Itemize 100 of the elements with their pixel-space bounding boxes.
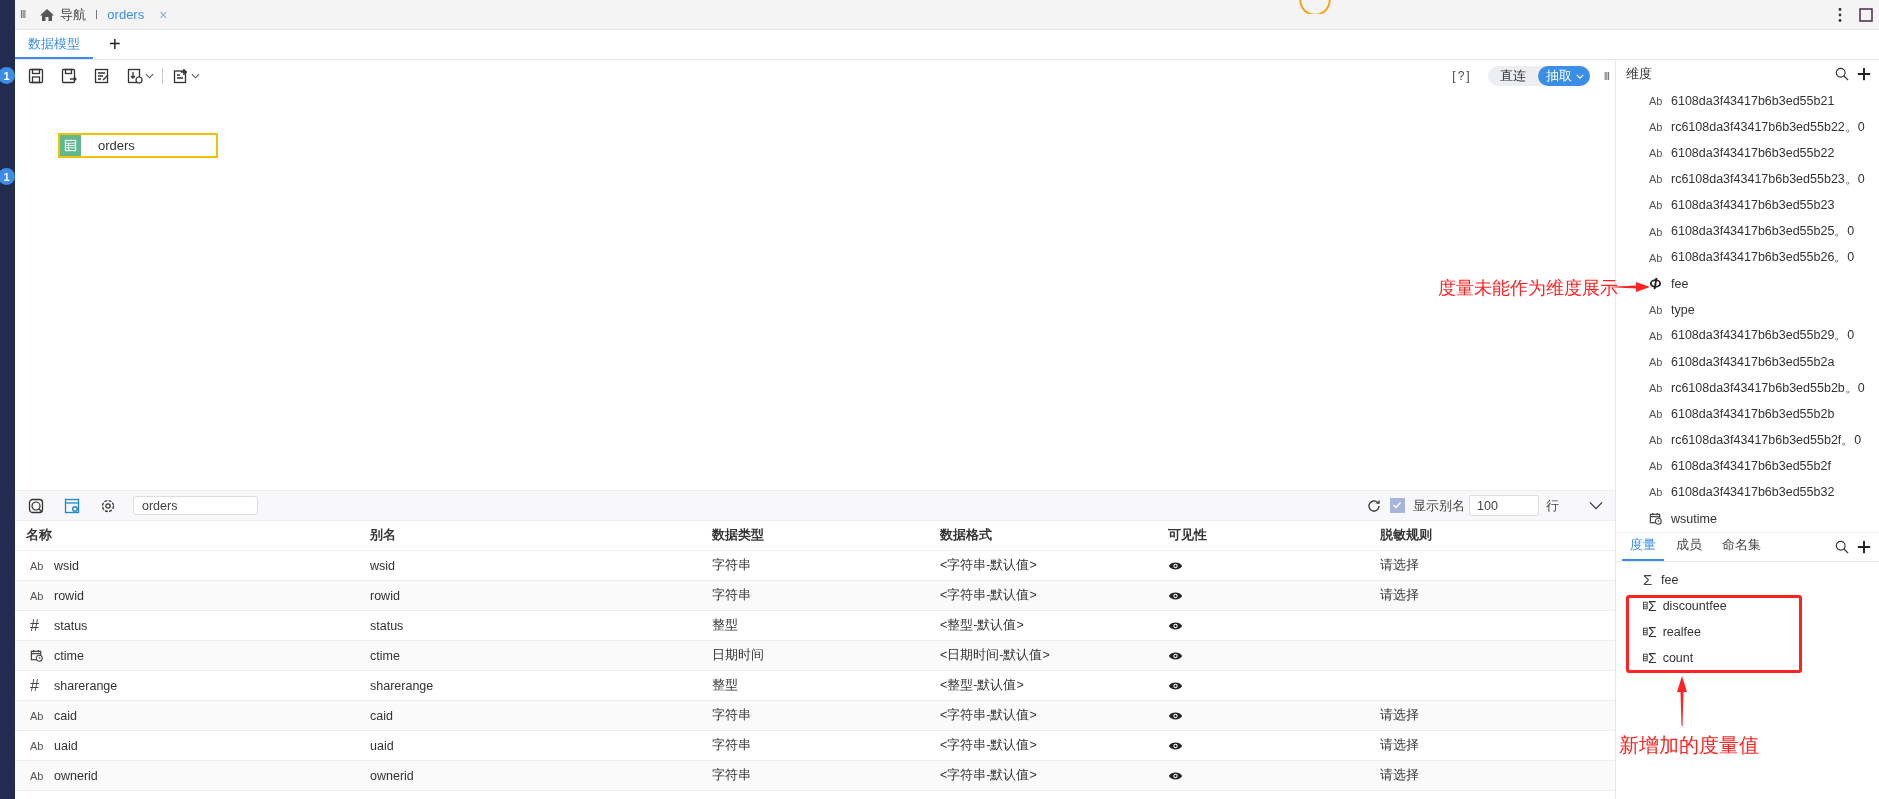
type-icon: # bbox=[30, 616, 46, 635]
collapse-icon[interactable] bbox=[1589, 501, 1603, 510]
table-cell-text: wsid bbox=[370, 558, 396, 573]
measure-item[interactable]: fee bbox=[1661, 572, 1679, 587]
type-icon: Σ bbox=[1643, 571, 1655, 589]
preview-icon[interactable] bbox=[28, 497, 44, 514]
type-icon: Ab bbox=[1649, 382, 1665, 395]
table-cell: ownerid bbox=[54, 768, 98, 783]
table-node[interactable]: orders bbox=[58, 133, 218, 158]
settings-icon[interactable] bbox=[100, 497, 116, 514]
dimension-item[interactable]: 6108da3f43417b6b3ed55b26。0 bbox=[1671, 249, 1855, 267]
calendar-clock-icon bbox=[30, 649, 43, 662]
editor-tab[interactable]: 数据模型 bbox=[15, 30, 93, 59]
eye-icon[interactable] bbox=[1168, 590, 1183, 601]
eye-icon[interactable] bbox=[1168, 650, 1183, 661]
dimension-item[interactable]: rc6108da3f43417b6b3ed55b2f。0 bbox=[1671, 431, 1862, 449]
type-icon: Ab bbox=[1649, 147, 1665, 160]
dimension-item[interactable]: rc6108da3f43417b6b3ed55b23。0 bbox=[1671, 170, 1865, 188]
eye-icon[interactable] bbox=[1168, 770, 1183, 781]
table-cell: uaid bbox=[54, 738, 78, 753]
type-icon: Ab bbox=[1649, 199, 1665, 212]
dimension-item[interactable]: 6108da3f43417b6b3ed55b25。0 bbox=[1671, 223, 1855, 240]
phi-icon bbox=[1649, 277, 1662, 291]
table-cell[interactable]: 请选择 bbox=[1380, 587, 1615, 604]
search-icon[interactable] bbox=[1835, 67, 1849, 81]
row-count-field[interactable]: 100 bbox=[1469, 495, 1539, 516]
table-cell-text: rowid bbox=[370, 588, 401, 603]
dimension-item[interactable]: 6108da3f43417b6b3ed55b29。0 bbox=[1671, 327, 1855, 345]
panel-tab[interactable]: 度量 bbox=[1622, 532, 1664, 561]
table-cell: sharerange bbox=[54, 678, 118, 693]
table-cell-text: <日期时间-默认值> bbox=[940, 647, 1051, 664]
column-header: 数据格式 bbox=[940, 527, 993, 544]
eye-icon[interactable] bbox=[1168, 560, 1183, 571]
table-cell-text: <字符串-默认值> bbox=[940, 587, 1038, 604]
table-cell: wsid bbox=[54, 558, 79, 573]
table-settings-icon[interactable] bbox=[64, 497, 80, 514]
measure-item[interactable]: discountfee bbox=[1662, 598, 1727, 613]
mode-option[interactable]: 直连 bbox=[1487, 66, 1538, 86]
search-icon[interactable] bbox=[1835, 539, 1849, 554]
dimension-item[interactable]: 6108da3f43417b6b3ed55b2a bbox=[1671, 355, 1835, 369]
caret-icon bbox=[191, 73, 200, 79]
panel-title: 维度 bbox=[1626, 65, 1652, 83]
drag-handle[interactable]: III bbox=[1603, 70, 1609, 82]
table-cell: ctime bbox=[54, 648, 84, 663]
drag-handle[interactable]: III bbox=[20, 9, 26, 20]
dimension-item[interactable]: type bbox=[1671, 302, 1695, 317]
table-cell[interactable]: 请选择 bbox=[1380, 737, 1615, 754]
table-cell-text: uaid bbox=[370, 738, 395, 753]
column-header: 数据类型 bbox=[712, 527, 765, 544]
more-icon[interactable] bbox=[1838, 6, 1842, 23]
table-cell: rowid bbox=[54, 588, 84, 603]
help-link[interactable]: [?] bbox=[1452, 69, 1472, 83]
save-icon[interactable] bbox=[28, 68, 44, 84]
add-icon[interactable] bbox=[1857, 67, 1871, 81]
type-icon: Ab bbox=[1649, 408, 1665, 421]
add-icon[interactable] bbox=[1857, 539, 1871, 554]
table-cell-text: status bbox=[370, 618, 405, 633]
measure-item[interactable]: count bbox=[1662, 650, 1694, 665]
checkbox[interactable] bbox=[1390, 498, 1405, 513]
edit-icon[interactable] bbox=[94, 68, 110, 84]
dimension-item[interactable]: 6108da3f43417b6b3ed55b21 bbox=[1671, 94, 1835, 109]
type-icon: Ab bbox=[1649, 303, 1665, 316]
add-tab-button[interactable]: + bbox=[99, 30, 131, 59]
refresh-icon[interactable] bbox=[1366, 497, 1382, 514]
eye-icon[interactable] bbox=[1168, 710, 1183, 721]
table-cell[interactable]: 请选择 bbox=[1380, 767, 1615, 784]
table-cell[interactable]: 请选择 bbox=[1380, 557, 1615, 574]
dimension-item[interactable]: 6108da3f43417b6b3ed55b23 bbox=[1671, 198, 1835, 213]
dimension-item[interactable]: rc6108da3f43417b6b3ed55b22。0 bbox=[1671, 118, 1865, 136]
save-as-icon[interactable] bbox=[61, 68, 77, 84]
column-header: 可见性 bbox=[1168, 527, 1208, 544]
panel-tab[interactable]: 命名集 bbox=[1714, 532, 1769, 561]
table-cell-text: <字符串-默认值> bbox=[940, 737, 1038, 754]
dimension-item[interactable]: wsutime bbox=[1671, 511, 1717, 526]
table-cell-text: sharerange bbox=[370, 678, 435, 693]
type-icon: Ab bbox=[30, 709, 46, 722]
type-icon: Ab bbox=[1649, 329, 1665, 342]
home-tab[interactable]: 导航 bbox=[39, 5, 87, 24]
eye-icon[interactable] bbox=[1168, 740, 1183, 751]
table-cell: caid bbox=[54, 708, 77, 723]
table-cell-text: ctime bbox=[370, 648, 401, 663]
window-icon[interactable] bbox=[1859, 7, 1873, 22]
eye-icon[interactable] bbox=[1168, 620, 1183, 631]
dimension-item[interactable]: 6108da3f43417b6b3ed55b22 bbox=[1671, 146, 1835, 161]
measure-item[interactable]: realfee bbox=[1662, 624, 1701, 639]
table-cell-text: 整型 bbox=[712, 677, 739, 694]
table-cell-text: <整型-默认值> bbox=[940, 617, 1025, 634]
dimension-item[interactable]: rc6108da3f43417b6b3ed55b2b。0 bbox=[1671, 379, 1865, 397]
eye-icon[interactable] bbox=[1168, 680, 1183, 691]
type-icon: Ab bbox=[1649, 251, 1665, 264]
dimension-item[interactable]: fee bbox=[1671, 276, 1689, 291]
type-icon: Ab bbox=[1649, 121, 1665, 134]
table-cell-text: <字符串-默认值> bbox=[940, 557, 1038, 574]
dimension-item[interactable]: 6108da3f43417b6b3ed55b2f bbox=[1671, 459, 1831, 474]
type-icon: Ab bbox=[1649, 225, 1665, 238]
search-field[interactable]: orders bbox=[133, 496, 258, 515]
table-cell[interactable]: 请选择 bbox=[1380, 707, 1615, 724]
panel-tab[interactable]: 成员 bbox=[1668, 532, 1710, 561]
dimension-item[interactable]: 6108da3f43417b6b3ed55b2b bbox=[1671, 407, 1835, 422]
dimension-item[interactable]: 6108da3f43417b6b3ed55b32 bbox=[1671, 485, 1835, 500]
